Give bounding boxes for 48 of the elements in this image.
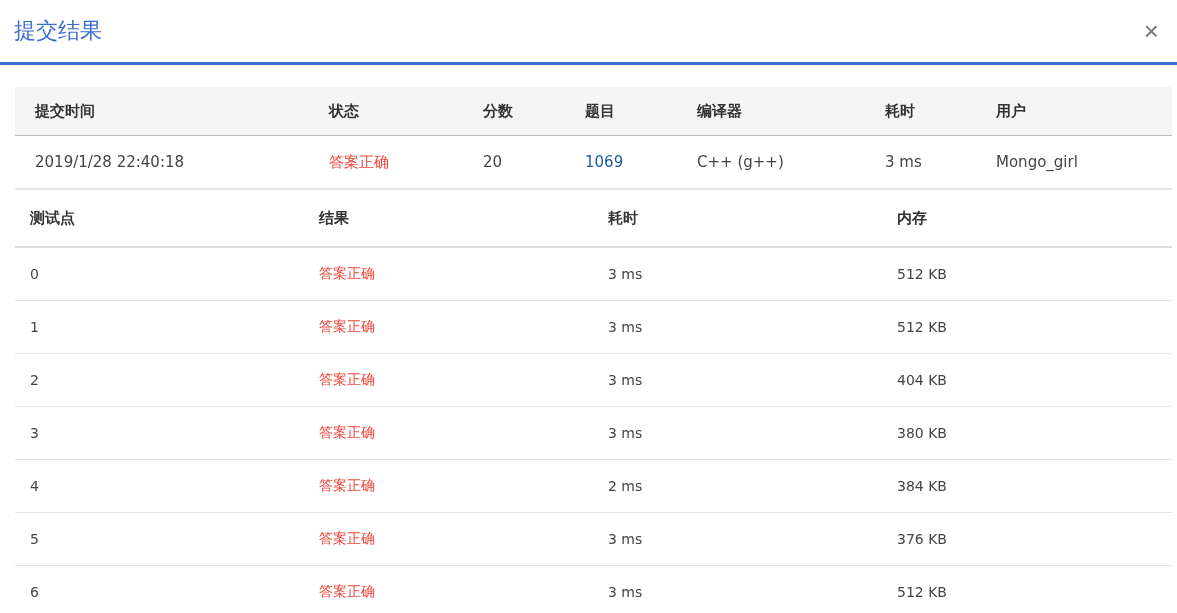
result-cell: 答案正确 — [304, 460, 593, 513]
table-cell: 3 ms — [865, 136, 976, 190]
result-cell: 答案正确 — [304, 248, 593, 301]
result-cell: 答案正确 — [304, 513, 593, 566]
table-cell: 376 KB — [882, 513, 1172, 566]
column-header: 分数 — [463, 87, 565, 136]
status-cell: 答案正确 — [309, 136, 463, 190]
table-cell: 0 — [15, 248, 304, 301]
column-header: 内存 — [882, 190, 1172, 248]
table-cell: 3 ms — [593, 566, 882, 613]
result-cell: 答案正确 — [304, 407, 593, 460]
column-header: 测试点 — [15, 190, 304, 248]
table-cell: 512 KB — [882, 566, 1172, 613]
column-header: 结果 — [304, 190, 593, 248]
column-header: 状态 — [309, 87, 463, 136]
result-cell: 答案正确 — [304, 301, 593, 354]
table-cell: 380 KB — [882, 407, 1172, 460]
table-cell: 1 — [15, 301, 304, 354]
result-cell: 答案正确 — [304, 354, 593, 407]
dialog-title: 提交结果 — [14, 17, 102, 45]
table-cell: 3 ms — [593, 513, 882, 566]
table-cell: 512 KB — [882, 248, 1172, 301]
table-cell: Mongo_girl — [976, 136, 1172, 190]
column-header: 耗时 — [593, 190, 882, 248]
table-cell: 3 — [15, 407, 304, 460]
table-cell: 20 — [463, 136, 565, 190]
table-cell: 3 ms — [593, 407, 882, 460]
table-cell: 5 — [15, 513, 304, 566]
table-cell: 2019/1/28 22:40:18 — [15, 136, 309, 190]
problem-link[interactable]: 1069 — [585, 153, 624, 171]
table-cell: 6 — [15, 566, 304, 613]
table-cell: 4 — [15, 460, 304, 513]
table-cell: 512 KB — [882, 301, 1172, 354]
table-cell: 3 ms — [593, 301, 882, 354]
table-cell: 3 ms — [593, 248, 882, 301]
close-button[interactable]: × — [1139, 18, 1163, 44]
table-cell: C++ (g++) — [677, 136, 865, 190]
table-cell: 404 KB — [882, 354, 1172, 407]
column-header: 提交时间 — [15, 87, 309, 136]
column-header: 耗时 — [865, 87, 976, 136]
result-cell: 答案正确 — [304, 566, 593, 613]
column-header: 用户 — [976, 87, 1172, 136]
table-cell: 384 KB — [882, 460, 1172, 513]
table-cell: 2 ms — [593, 460, 882, 513]
table-cell: 2 — [15, 354, 304, 407]
table-cell: 3 ms — [593, 354, 882, 407]
column-header: 编译器 — [677, 87, 865, 136]
column-header: 题目 — [565, 87, 677, 136]
